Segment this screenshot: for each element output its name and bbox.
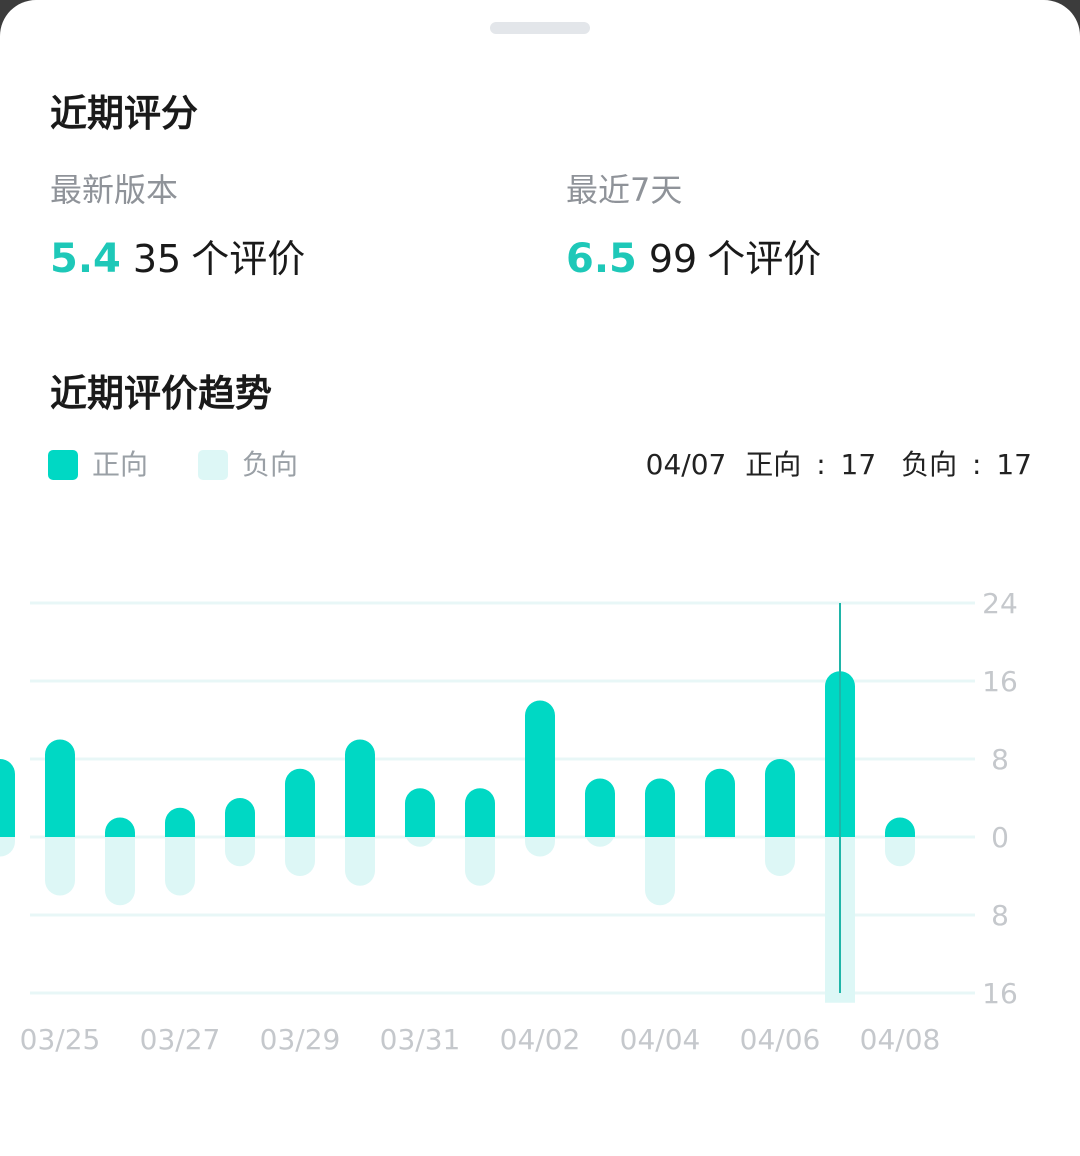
latest-version-score-line: 5.4 35 个评价 — [50, 234, 305, 292]
latest-version-score: 5.4 — [50, 236, 121, 282]
x-tick-03-29: 03/29 — [260, 1023, 341, 1056]
legend-negative-label: 负向 — [242, 448, 299, 481]
negative-bar-03/29 — [285, 837, 315, 876]
positive-bar-04/01 — [465, 788, 495, 837]
y-tick-pos-16: 16 — [982, 665, 1018, 698]
negative-bar-04/01 — [465, 837, 495, 886]
readout-negative-separator: : — [972, 448, 982, 481]
readout-negative-label: 负向 — [901, 448, 958, 481]
last-7-days-label: 最近7天 — [566, 171, 683, 209]
negative-bar-03/27 — [165, 837, 195, 896]
positive-bar-03/29 — [285, 768, 315, 837]
positive-bar-03/31 — [405, 788, 435, 837]
positive-bar-04/02 — [525, 700, 555, 837]
negative-bar-03/30 — [345, 837, 375, 886]
y-tick-neg-8: 8 — [991, 899, 1009, 932]
y-tick-pos-8: 8 — [991, 743, 1009, 776]
positive-bar-03/24 — [0, 759, 15, 837]
positive-bar-03/27 — [165, 807, 195, 837]
legend-positive-label: 正向 — [92, 448, 149, 481]
readout-negative-value: 17 — [996, 448, 1032, 481]
x-tick-03-25: 03/25 — [20, 1023, 101, 1056]
last-7-days-stat: 最近7天 6.5 99 个评价 — [566, 170, 821, 292]
positive-bar-03/30 — [345, 739, 375, 837]
negative-bar-03/24 — [0, 837, 15, 857]
recent-ratings-title: 近期评分 — [50, 92, 198, 135]
negative-bar-04/02 — [525, 837, 555, 857]
readout-positive-separator: : — [816, 448, 826, 481]
negative-bar-03/25 — [45, 837, 75, 896]
x-tick-04-08: 04/08 — [860, 1023, 941, 1056]
readout-positive-label: 正向 — [745, 448, 802, 481]
latest-version-unit: 个评价 — [191, 237, 306, 281]
legend-positive-swatch — [48, 450, 78, 480]
positive-bar-04/05 — [705, 768, 735, 837]
positive-bar-04/08 — [885, 817, 915, 837]
positive-bar-04/03 — [585, 778, 615, 837]
legend-negative-swatch — [198, 450, 228, 480]
legend-negative[interactable]: 负向 — [198, 448, 298, 482]
negative-bar-04/04 — [645, 837, 675, 906]
recent-trend-title: 近期评价趋势 — [50, 372, 272, 415]
negative-bar-04/06 — [765, 837, 795, 876]
positive-bar-03/25 — [45, 739, 75, 837]
latest-version-stat: 最新版本 5.4 35 个评价 — [50, 170, 305, 292]
last-7-days-count: 99 — [648, 237, 698, 281]
y-tick-pos-0: 0 — [991, 821, 1009, 854]
readout-date: 04/07 — [645, 448, 727, 481]
review-trend-chart[interactable]: 0 8 16 24 8 16 03/25 03/27 03/29 03/31 04/02 04/04 0… — [0, 560, 1080, 1080]
y-tick-pos-24: 24 — [982, 587, 1018, 620]
x-tick-04-02: 04/02 — [500, 1023, 581, 1056]
positive-bar-04/04 — [645, 778, 675, 837]
latest-version-label: 最新版本 — [50, 171, 179, 209]
positive-bar-04/06 — [765, 759, 795, 837]
legend-positive[interactable]: 正向 — [48, 448, 148, 482]
x-tick-03-27: 03/27 — [140, 1023, 221, 1056]
x-tick-04-04: 04/04 — [620, 1023, 701, 1056]
sheet-drag-handle[interactable] — [490, 22, 590, 34]
negative-bar-04/08 — [885, 837, 915, 867]
negative-bar-03/26 — [105, 837, 135, 906]
positive-bar-03/28 — [225, 798, 255, 837]
positive-bar-03/26 — [105, 817, 135, 837]
x-tick-03-31: 03/31 — [380, 1023, 461, 1056]
rating-sheet: 近期评分 最新版本 5.4 35 个评价 最近7天 6.5 99 个评价 近期评价趋势 … — [0, 0, 1080, 1156]
readout-positive-value: 17 — [840, 448, 877, 481]
last-7-days-score-line: 6.5 99 个评价 — [566, 234, 821, 292]
negative-bar-03/28 — [225, 837, 255, 867]
last-7-days-score: 6.5 — [566, 236, 637, 282]
selected-day-readout: 04/07 正向 : 17 负向 : 17 — [646, 446, 1032, 484]
x-tick-04-06: 04/06 — [740, 1023, 821, 1056]
latest-version-count: 35 — [132, 237, 182, 281]
y-tick-neg-16: 16 — [982, 977, 1018, 1010]
last-7-days-unit: 个评价 — [707, 237, 822, 281]
